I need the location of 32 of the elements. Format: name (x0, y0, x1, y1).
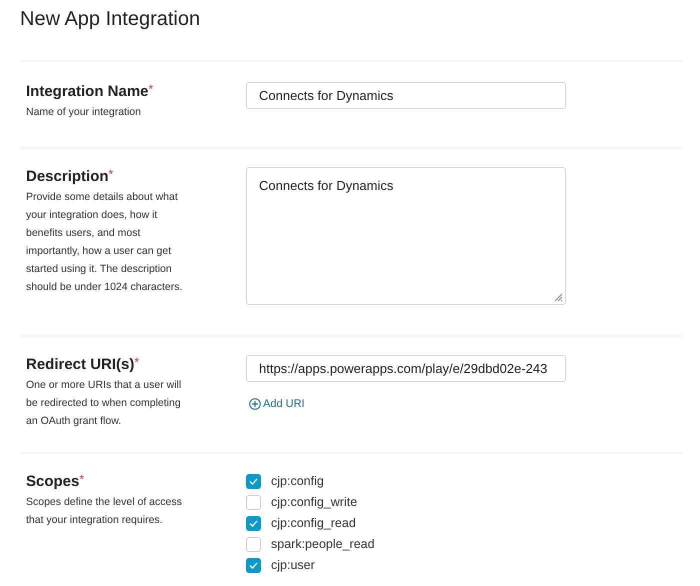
checkmark-icon (249, 562, 258, 569)
resize-handle-icon[interactable] (554, 293, 563, 302)
checkmark-icon (249, 478, 258, 485)
field-help: One or more URIs that a user will be redirected to when completing an OAuth grant flow. (26, 378, 182, 429)
required-mark: * (134, 355, 140, 369)
plus-circle-icon (249, 398, 261, 410)
uri-field[interactable]: https://apps.powerapps.com/play/e/29dbd02e-243 (246, 355, 566, 382)
field-label: Description (26, 167, 109, 187)
field-help: Provide some details about what your integration does, how it benefits users, and most importantly, how a user can get started using it. The description should be under 1024 characters. (26, 190, 184, 295)
field-label: Integration Name (26, 82, 149, 102)
checkbox[interactable] (246, 558, 261, 573)
text-field[interactable]: Connects for Dynamics (246, 82, 566, 109)
scope-label: spark:people_read (271, 536, 375, 554)
scope-label: cjp:config (271, 473, 324, 490)
text-area[interactable]: Connects for Dynamics (246, 167, 566, 305)
scope-label: cjp:config_read (271, 515, 356, 532)
field-help: Name of your integration (26, 105, 142, 120)
required-mark: * (79, 472, 84, 486)
checkbox[interactable] (246, 495, 261, 510)
field-help: Scopes define the level of access that your integration requires. (26, 495, 183, 528)
checkbox[interactable] (246, 474, 261, 489)
field-label: Scopes (26, 472, 80, 492)
checkbox[interactable] (246, 516, 261, 531)
required-mark: * (148, 82, 154, 96)
scope-label: cjp:config_write (271, 494, 358, 512)
required-mark: * (108, 167, 114, 181)
checkmark-icon (249, 520, 258, 527)
add-uri-link[interactable]: Add URI (249, 396, 305, 412)
page-title: New App Integration (20, 7, 200, 32)
field-label: Redirect URI(s) (26, 355, 134, 375)
checkbox[interactable] (246, 537, 261, 552)
scope-label: cjp:user (271, 557, 315, 574)
